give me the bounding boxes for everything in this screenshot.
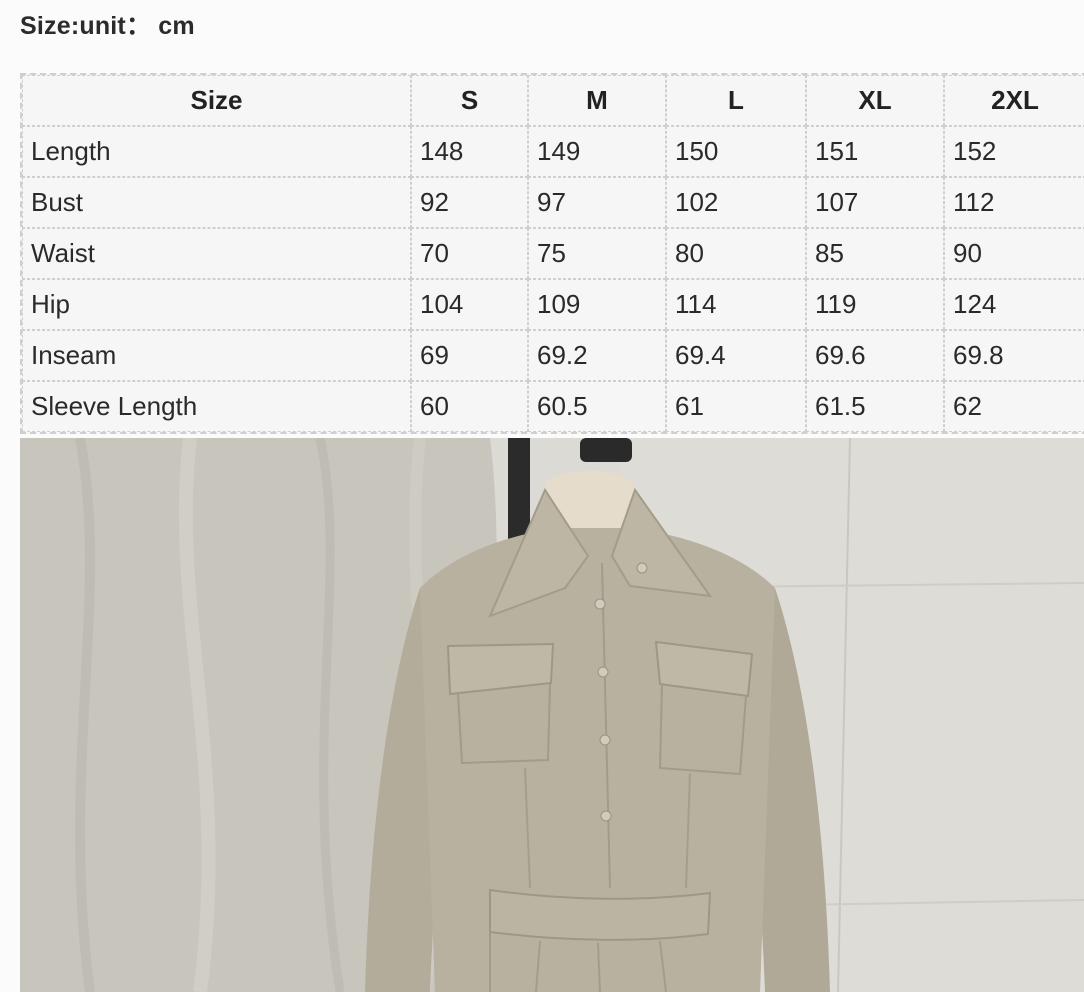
table-cell: 69.6 [806,330,944,381]
row-label: Inseam [22,330,411,381]
table-cell: 102 [666,177,806,228]
table-cell: 149 [528,126,666,177]
table-cell: 104 [411,279,528,330]
table-row-hip: Hip 104 109 114 119 124 [22,279,1084,330]
table-cell: 60.5 [528,381,666,432]
column-header-size: Size [22,75,411,126]
table-cell: 61 [666,381,806,432]
table-cell: 61.5 [806,381,944,432]
size-chart-table: Size S M L XL 2XL Length 148 149 150 151… [20,73,1084,434]
table-cell: 148 [411,126,528,177]
table-cell: 152 [944,126,1084,177]
table-cell: 112 [944,177,1084,228]
table-cell: 70 [411,228,528,279]
table-cell: 75 [528,228,666,279]
table-cell: 114 [666,279,806,330]
table-cell: 124 [944,279,1084,330]
table-row-bust: Bust 92 97 102 107 112 [22,177,1084,228]
product-size-page: Size:unit： cm Size S M L XL 2XL Length 1… [0,0,1084,992]
row-label: Hip [22,279,411,330]
table-cell: 69.2 [528,330,666,381]
shirt-dress-illustration [20,438,1084,992]
table-cell: 150 [666,126,806,177]
table-cell: 97 [528,177,666,228]
table-header-row: Size S M L XL 2XL [22,75,1084,126]
table-cell: 92 [411,177,528,228]
product-photo [20,438,1084,992]
table-cell: 69.8 [944,330,1084,381]
column-header-l: L [666,75,806,126]
table-row-sleeve-length: Sleeve Length 60 60.5 61 61.5 62 [22,381,1084,432]
column-header-2xl: 2XL [944,75,1084,126]
table-row-waist: Waist 70 75 80 85 90 [22,228,1084,279]
column-header-s: S [411,75,528,126]
table-row-length: Length 148 149 150 151 152 [22,126,1084,177]
table-cell: 119 [806,279,944,330]
table-cell: 80 [666,228,806,279]
table-cell: 62 [944,381,1084,432]
row-label: Bust [22,177,411,228]
table-cell: 69.4 [666,330,806,381]
row-label: Sleeve Length [22,381,411,432]
table-cell: 109 [528,279,666,330]
table-row-inseam: Inseam 69 69.2 69.4 69.6 69.8 [22,330,1084,381]
size-unit-title: Size:unit： cm [20,12,195,40]
table-cell: 107 [806,177,944,228]
table-cell: 90 [944,228,1084,279]
table-cell: 60 [411,381,528,432]
row-label: Length [22,126,411,177]
row-label: Waist [22,228,411,279]
column-header-m: M [528,75,666,126]
column-header-xl: XL [806,75,944,126]
table-cell: 85 [806,228,944,279]
table-cell: 151 [806,126,944,177]
table-cell: 69 [411,330,528,381]
